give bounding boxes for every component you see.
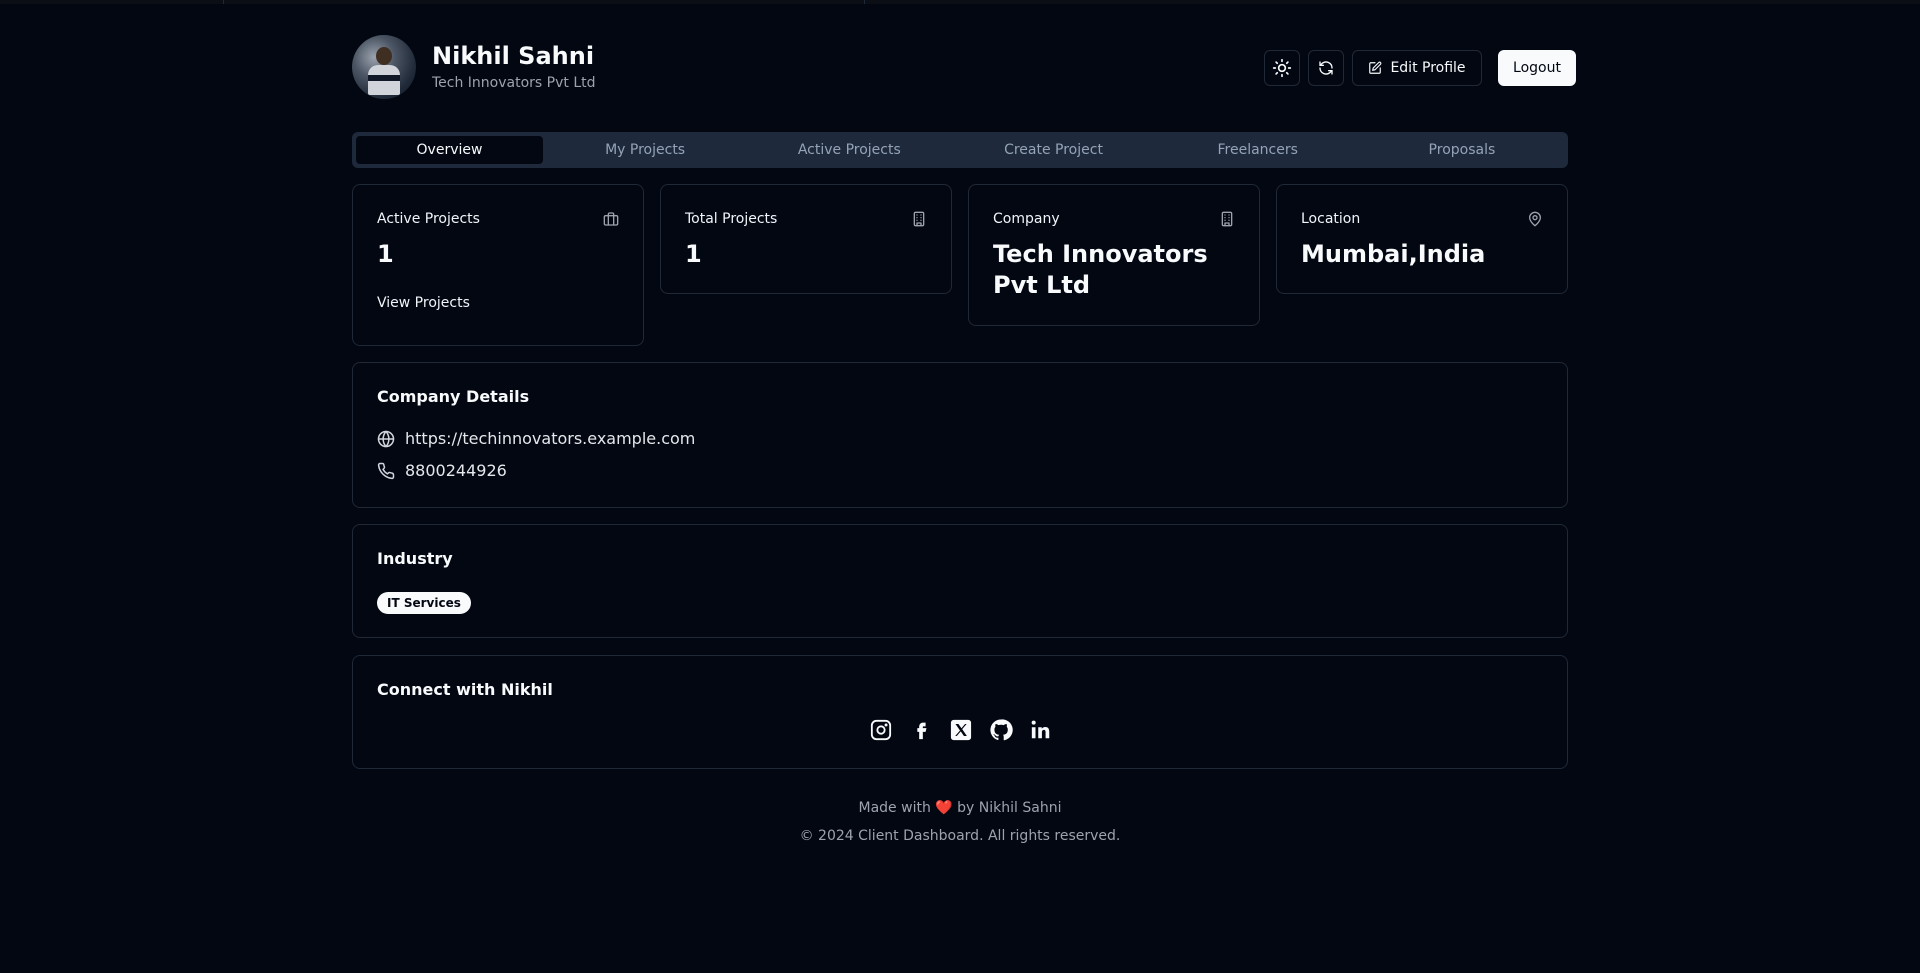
website-row[interactable]: https://techinnovators.example.com (377, 429, 695, 448)
stat-label: Location (1301, 211, 1361, 227)
tab-bar: Overview My Projects Active Projects Cre… (352, 132, 1568, 168)
social-links (353, 718, 1569, 742)
theme-toggle-button[interactable] (1264, 50, 1300, 86)
tab-active-projects[interactable]: Active Projects (747, 136, 951, 164)
stat-label: Total Projects (685, 211, 778, 227)
website-link[interactable]: https://techinnovators.example.com (405, 429, 695, 448)
github-icon[interactable] (989, 718, 1013, 742)
stat-value: Tech Innovators Pvt Ltd (993, 240, 1208, 299)
footer-made-suffix: by Nikhil Sahni (957, 800, 1062, 816)
globe-icon (377, 430, 395, 447)
map-pin-icon (1529, 211, 1541, 227)
company-card: Company Tech Innovators Pvt Ltd (968, 184, 1260, 326)
logout-button[interactable]: Logout (1498, 50, 1576, 86)
stat-label: Active Projects (377, 211, 480, 227)
location-card: Location Mumbai,India (1276, 184, 1568, 294)
profile-name: Nikhil Sahni (432, 42, 595, 70)
edit-profile-button[interactable]: Edit Profile (1352, 50, 1482, 86)
phone-number: 8800244926 (405, 461, 507, 480)
x-icon[interactable] (949, 718, 973, 742)
footer-made-prefix: Made with (858, 800, 931, 816)
linkedin-icon[interactable] (1029, 718, 1053, 742)
tab-freelancers[interactable]: Freelancers (1156, 136, 1360, 164)
stat-label: Company (993, 211, 1060, 227)
tab-my-projects[interactable]: My Projects (543, 136, 747, 164)
briefcase-icon (603, 212, 619, 226)
tab-overview[interactable]: Overview (356, 136, 543, 164)
active-projects-card: Active Projects 1 View Projects (352, 184, 644, 346)
profile-header: Nikhil Sahni Tech Innovators Pvt Ltd Edi… (352, 34, 1576, 100)
section-title: Industry (377, 549, 453, 568)
stat-value: 1 (377, 240, 394, 268)
industry-card: Industry IT Services (352, 524, 1568, 638)
company-details-card: Company Details https://techinnovators.e… (352, 362, 1568, 508)
refresh-button[interactable] (1308, 50, 1344, 86)
sun-icon (1272, 58, 1292, 78)
building-icon (1221, 211, 1233, 227)
instagram-icon[interactable] (869, 718, 893, 742)
section-title: Company Details (377, 387, 530, 406)
avatar[interactable] (352, 35, 416, 99)
building-icon (913, 211, 925, 227)
stat-value: Mumbai,India (1301, 240, 1486, 268)
facebook-icon[interactable] (909, 718, 933, 742)
phone-row: 8800244926 (377, 461, 507, 480)
view-projects-link[interactable]: View Projects (377, 295, 470, 311)
tab-create-project[interactable]: Create Project (951, 136, 1155, 164)
footer-copyright: © 2024 Client Dashboard. All rights rese… (799, 828, 1121, 844)
tab-proposals[interactable]: Proposals (1360, 136, 1564, 164)
edit-icon (1369, 61, 1382, 74)
section-title: Connect with Nikhil (377, 680, 553, 699)
connect-card: Connect with Nikhil (352, 655, 1568, 769)
industry-badge: IT Services (377, 592, 471, 614)
refresh-icon (1319, 61, 1333, 75)
footer-made-with: Made with ❤️ by Nikhil Sahni (352, 800, 1568, 816)
stat-value: 1 (685, 240, 702, 268)
edit-profile-label: Edit Profile (1390, 60, 1466, 76)
phone-icon (377, 462, 395, 479)
browser-top-strip (0, 0, 1920, 4)
heart-icon: ❤️ (935, 800, 953, 816)
total-projects-card: Total Projects 1 (660, 184, 952, 294)
profile-company: Tech Innovators Pvt Ltd (432, 75, 596, 91)
